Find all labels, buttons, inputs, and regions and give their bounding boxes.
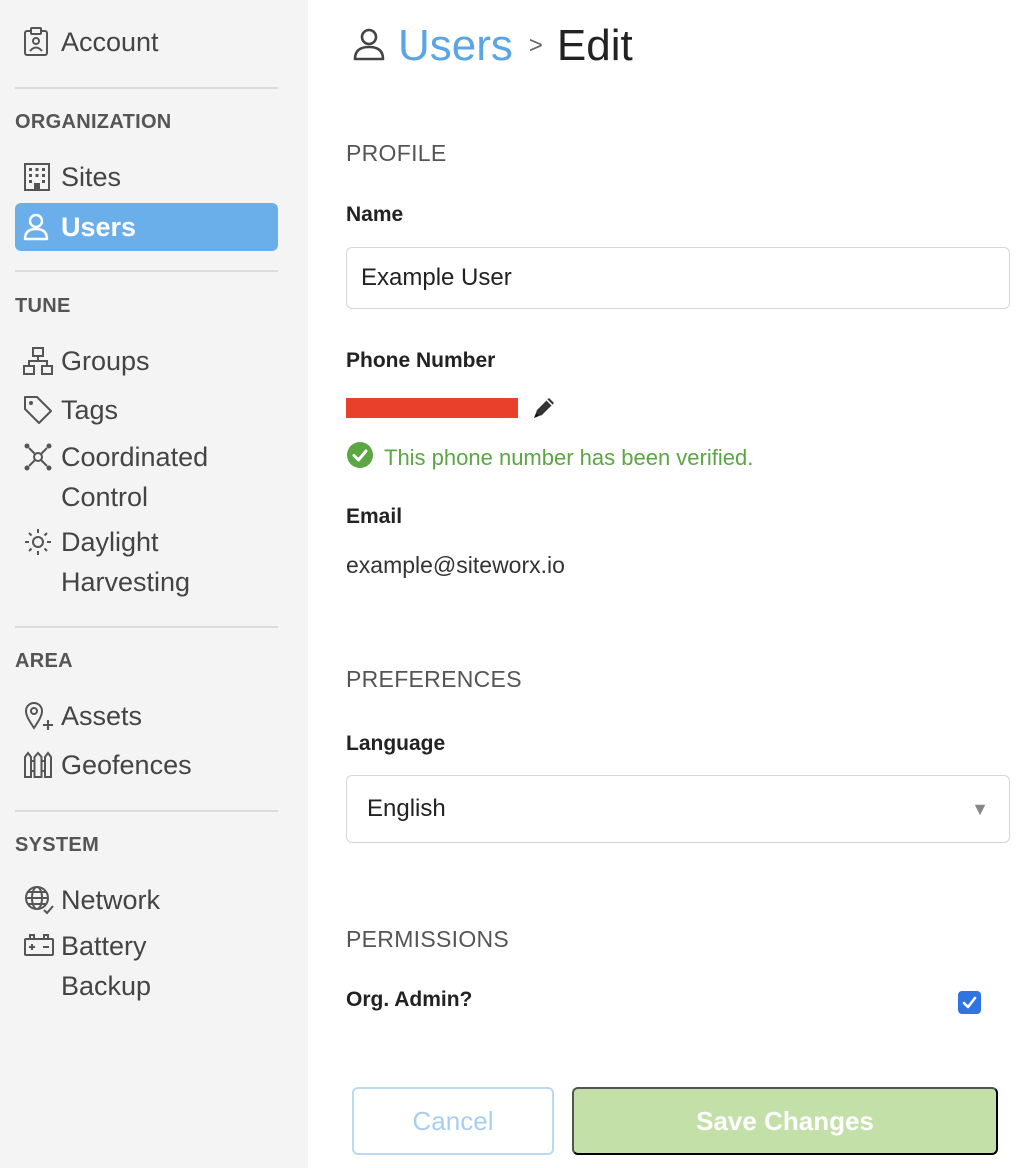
org-admin-checkbox[interactable]: [958, 991, 981, 1014]
save-changes-button[interactable]: Save Changes: [572, 1087, 998, 1155]
sidebar-item-coordinated-control[interactable]: Coordinated Control: [15, 440, 278, 517]
profile-section-title: PROFILE: [346, 140, 447, 166]
main-content: Users > Edit PROFILE Name Phone Number T…: [308, 0, 1024, 1168]
sidebar-item-label: Assets: [61, 701, 143, 731]
language-label: Language: [346, 732, 446, 755]
sidebar-item-label-line2: Backup: [61, 971, 152, 1001]
chevron-down-icon: ▼: [971, 798, 989, 819]
sidebar-divider: [15, 626, 278, 628]
preferences-section-title: PREFERENCES: [346, 666, 522, 692]
network-nodes-icon: [15, 440, 61, 474]
section-header-system: SYSTEM: [15, 834, 100, 856]
pencil-icon[interactable]: [530, 394, 558, 427]
battery-icon: [15, 929, 61, 963]
sidebar-item-label: Users: [61, 212, 137, 242]
email-label: Email: [346, 505, 403, 528]
breadcrumb-separator: >: [528, 32, 543, 59]
sidebar-item-label: Geofences: [61, 750, 192, 780]
sidebar-item-label-line2: Harvesting: [61, 567, 191, 597]
building-icon: [15, 160, 61, 194]
name-input[interactable]: [346, 247, 1010, 309]
sidebar-item-label-line1: Battery: [61, 931, 147, 961]
sidebar-item-label-line2: Control: [61, 482, 149, 512]
user-icon: [352, 26, 386, 67]
breadcrumb: Users > Edit: [352, 18, 633, 74]
sidebar-item-label: Network: [61, 885, 161, 915]
section-header-area: AREA: [15, 650, 73, 672]
cancel-button[interactable]: Cancel: [352, 1087, 554, 1155]
sidebar-item-daylight-harvesting[interactable]: Daylight Harvesting: [15, 525, 278, 602]
permissions-section-title: PERMISSIONS: [346, 926, 510, 952]
sidebar-item-network[interactable]: Network: [15, 883, 278, 920]
location-pin-plus-icon: [15, 699, 61, 733]
sidebar-item-label: Groups: [61, 346, 150, 376]
sidebar-item-label: Sites: [61, 162, 122, 192]
user-icon: [15, 210, 61, 244]
sidebar-divider: [15, 810, 278, 812]
page-title: Edit: [556, 21, 633, 70]
hierarchy-icon: [15, 344, 61, 378]
sidebar-item-label-line1: Coordinated: [61, 442, 209, 472]
sidebar-item-geofences[interactable]: Geofences: [15, 748, 278, 785]
section-header-organization: ORGANIZATION: [15, 111, 172, 133]
redacted-phone-number: [346, 398, 518, 418]
language-select[interactable]: English ▼: [346, 775, 1010, 843]
sidebar: Account ORGANIZATION Sites Users TUNE Gr…: [0, 0, 308, 1168]
clipboard-user-icon: [15, 25, 61, 59]
sidebar-item-label-line1: Daylight: [61, 527, 159, 557]
sidebar-divider: [15, 270, 278, 272]
tag-icon: [15, 393, 61, 427]
org-admin-label: Org. Admin?: [346, 988, 473, 1011]
sidebar-item-label: Tags: [61, 395, 119, 425]
section-header-tune: TUNE: [15, 295, 71, 317]
checkmark-icon: [962, 996, 977, 1009]
email-value: example@siteworx.io: [346, 552, 565, 578]
sidebar-item-tags[interactable]: Tags: [15, 393, 278, 430]
globe-check-icon: [15, 883, 61, 917]
sidebar-item-groups[interactable]: Groups: [15, 344, 278, 381]
check-circle-icon: [346, 441, 374, 475]
sidebar-item-sites[interactable]: Sites: [15, 160, 278, 197]
sidebar-divider: [15, 87, 278, 89]
sidebar-item-account[interactable]: Account: [15, 25, 278, 62]
phone-verified-text: This phone number has been verified.: [384, 445, 754, 470]
phone-number-label: Phone Number: [346, 349, 496, 372]
breadcrumb-users-link[interactable]: Users: [398, 21, 513, 71]
sidebar-item-users[interactable]: Users: [15, 203, 278, 251]
phone-verified-message: This phone number has been verified.: [346, 441, 753, 475]
sidebar-item-battery-backup[interactable]: Battery Backup: [15, 929, 278, 1006]
sidebar-item-label: Account: [61, 27, 159, 57]
sun-icon: [15, 525, 61, 559]
sidebar-item-assets[interactable]: Assets: [15, 699, 278, 736]
name-label: Name: [346, 203, 404, 226]
language-selected-value: English: [367, 795, 446, 822]
fence-icon: [15, 748, 61, 782]
